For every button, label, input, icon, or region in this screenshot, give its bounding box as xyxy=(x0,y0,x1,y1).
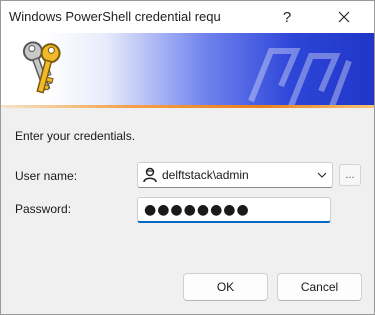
banner xyxy=(1,33,374,105)
close-button[interactable] xyxy=(321,1,367,33)
keys-watermark-icon xyxy=(248,48,352,105)
help-button[interactable]: ? xyxy=(264,1,310,33)
user-name-value: delftstack\admin xyxy=(162,168,249,182)
browse-credentials-button[interactable]: ... xyxy=(339,164,361,186)
credential-dialog: Windows PowerShell credential requ ? Ent… xyxy=(0,0,375,315)
window-title: Windows PowerShell credential requ xyxy=(9,9,221,24)
close-icon xyxy=(338,11,350,23)
prompt-text: Enter your credentials. xyxy=(15,129,136,143)
keys-icon xyxy=(22,41,61,94)
user-name-label: User name: xyxy=(15,169,78,183)
user-name-combobox[interactable]: delftstack\admin xyxy=(137,162,333,188)
banner-stripe xyxy=(1,105,374,108)
user-icon xyxy=(143,167,157,183)
chevron-down-icon[interactable] xyxy=(316,169,328,181)
title-bar: Windows PowerShell credential requ ? xyxy=(1,1,374,33)
ok-button[interactable]: OK xyxy=(183,273,268,301)
cancel-button[interactable]: Cancel xyxy=(277,273,362,301)
password-label: Password: xyxy=(15,202,72,216)
password-field[interactable]: ●●●●●●●● xyxy=(137,197,331,223)
password-mask: ●●●●●●●● xyxy=(144,202,250,218)
